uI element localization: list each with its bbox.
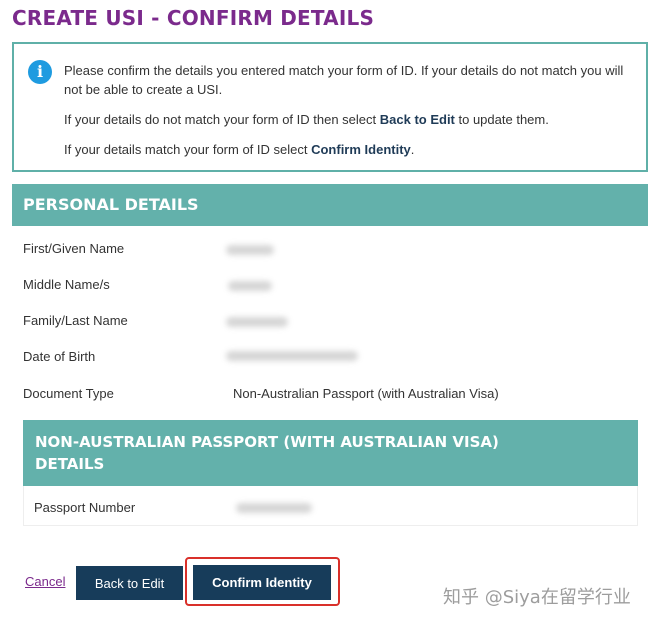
passport-header-line-1: NON-AUSTRALIAN PASSPORT (WITH AUSTRALIAN… [35,433,499,451]
passport-details-header: NON-AUSTRALIAN PASSPORT (WITH AUSTRALIAN… [23,420,638,486]
watermark: 知乎 @Siya在留学行业 [443,587,631,608]
back-to-edit-button[interactable]: Back to Edit [76,566,183,600]
middle-name-label: Middle Name/s [23,277,110,292]
redacted-passport-number [236,503,312,513]
redacted-first-name [226,245,274,255]
cancel-link[interactable]: Cancel [25,574,65,589]
info-text: Please confirm the details you entered m… [64,61,644,170]
last-name-label: Family/Last Name [23,313,128,328]
info-notice: i Please confirm the details you entered… [12,42,648,172]
info-icon: i [28,60,52,84]
redacted-middle-name [228,281,272,291]
info-line-3: If your details match your form of ID se… [64,142,415,157]
document-type-value: Non-Australian Passport (with Australian… [233,386,499,401]
redacted-dob [226,351,358,361]
redacted-last-name [226,317,288,327]
document-type-label: Document Type [23,386,114,401]
dob-label: Date of Birth [23,349,96,364]
info-line-1: Please confirm the details you entered m… [64,63,624,97]
info-line-2: If your details do not match your form o… [64,112,549,127]
passport-number-label: Passport Number [34,500,136,515]
passport-header-line-2: DETAILS [35,455,105,473]
personal-details-header: PERSONAL DETAILS [12,184,648,226]
confirm-identity-button[interactable]: Confirm Identity [193,565,331,600]
page-title: CREATE USI - CONFIRM DETAILS [12,6,375,30]
first-name-label: First/Given Name [23,241,125,256]
